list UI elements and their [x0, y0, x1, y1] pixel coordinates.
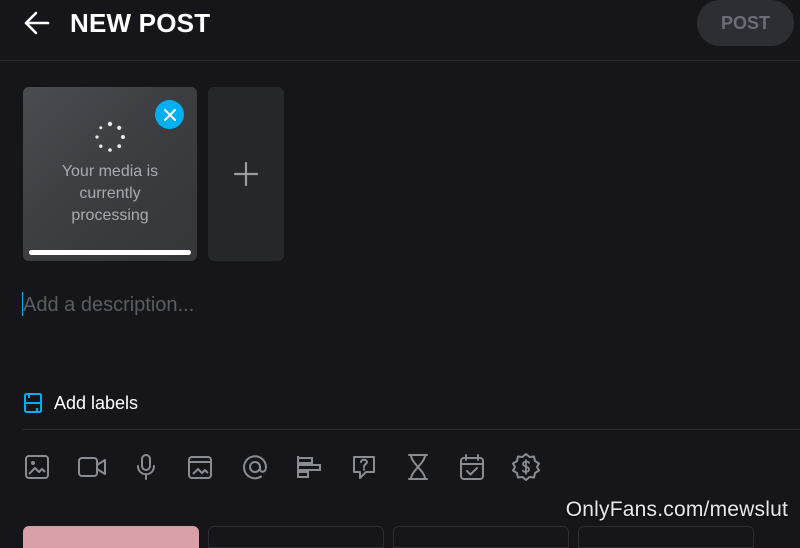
add-labels-label: Add labels: [54, 392, 139, 413]
back-arrow-icon[interactable]: [22, 9, 52, 37]
mention-icon[interactable]: [236, 448, 274, 486]
hourglass-icon[interactable]: [399, 448, 437, 486]
progress-bar: [29, 250, 191, 255]
thumbnail[interactable]: [208, 526, 384, 548]
post-toolbar: [0, 448, 560, 488]
label-icon: [24, 393, 42, 413]
progress-fill: [29, 250, 191, 255]
image-icon[interactable]: [18, 448, 56, 486]
thumbnail[interactable]: [578, 526, 754, 548]
thumbnail[interactable]: [393, 526, 569, 548]
add-labels-button[interactable]: Add labels: [23, 389, 138, 417]
microphone-icon[interactable]: [127, 448, 165, 486]
close-icon: [163, 108, 176, 121]
divider: [23, 429, 800, 430]
description-input[interactable]: [23, 290, 763, 320]
video-icon[interactable]: [73, 448, 111, 486]
price-icon[interactable]: [507, 448, 545, 486]
processing-line: Your media is: [61, 163, 159, 180]
question-icon[interactable]: [345, 448, 383, 486]
processing-text: Your media is currently processing: [37, 161, 183, 227]
page-title: NEW POST: [70, 8, 211, 38]
post-button[interactable]: POST: [697, 0, 794, 46]
header: NEW POST POST: [0, 0, 800, 61]
poll-icon[interactable]: [290, 448, 328, 486]
remove-media-button[interactable]: [155, 100, 184, 129]
thumbnail[interactable]: [23, 526, 199, 548]
gallery-icon[interactable]: [181, 448, 219, 486]
processing-line: processing: [71, 207, 149, 224]
loading-spinner-icon: [95, 121, 125, 152]
watermark: OnlyFans.com/mewslut: [565, 498, 788, 521]
schedule-icon[interactable]: [453, 448, 491, 486]
add-media-button[interactable]: [208, 87, 284, 261]
plus-icon: [233, 161, 259, 187]
processing-line: currently: [79, 185, 141, 202]
